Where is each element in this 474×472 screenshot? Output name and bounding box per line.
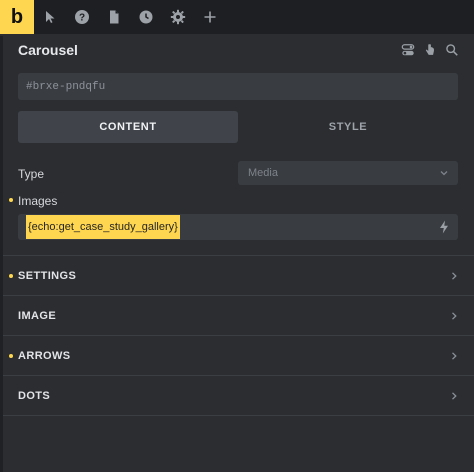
panel-tabs: CONTENT STYLE [18,111,458,143]
element-id-field[interactable] [18,73,458,100]
modified-indicator-dot [9,274,13,278]
cursor-icon[interactable] [34,0,66,34]
images-field[interactable]: {echo:get_case_study_gallery} [18,214,458,240]
logo[interactable]: b [0,0,34,34]
lightning-bolt-icon[interactable] [438,220,450,234]
section-settings[interactable]: SETTINGS [3,255,474,295]
top-toolbar: b ? [0,0,474,34]
section-label: SETTINGS [18,269,77,282]
modified-indicator-dot [9,354,13,358]
element-id-input[interactable] [18,80,458,93]
chevron-right-icon [452,311,457,320]
tab-content[interactable]: CONTENT [18,111,238,143]
chevron-right-icon [452,351,457,360]
panel-title: Carousel [18,42,78,58]
chevron-down-icon [440,171,448,176]
svg-text:?: ? [79,13,85,24]
toggle-icon[interactable] [400,42,416,58]
cursor-hand-icon[interactable] [422,42,438,58]
search-icon[interactable] [444,42,460,58]
section-image[interactable]: IMAGE [3,295,474,335]
chevron-right-icon [452,391,457,400]
settings-gear-icon[interactable] [162,0,194,34]
chevron-right-icon [452,271,457,280]
section-label: IMAGE [18,309,57,322]
type-select-value: Media [248,167,278,179]
add-icon[interactable] [194,0,226,34]
panel-header-actions [400,42,460,58]
images-label: Images [18,194,58,208]
section-arrows[interactable]: ARROWS [3,335,474,375]
section-label: ARROWS [18,349,71,362]
section-dots[interactable]: DOTS [3,375,474,416]
page-icon[interactable] [98,0,130,34]
modified-indicator-dot [9,198,13,202]
builder-panel: b ? Carousel #brxe-pndqfu CONTENT STYLE … [0,0,474,472]
type-label: Type [18,167,45,181]
tab-style[interactable]: STYLE [238,111,458,143]
dynamic-data-tag[interactable]: {echo:get_case_study_gallery} [26,215,180,239]
help-icon[interactable]: ? [66,0,98,34]
section-label: DOTS [18,389,51,402]
panel-header: Carousel [0,36,474,66]
history-icon[interactable] [130,0,162,34]
type-select[interactable]: Media [238,161,458,185]
